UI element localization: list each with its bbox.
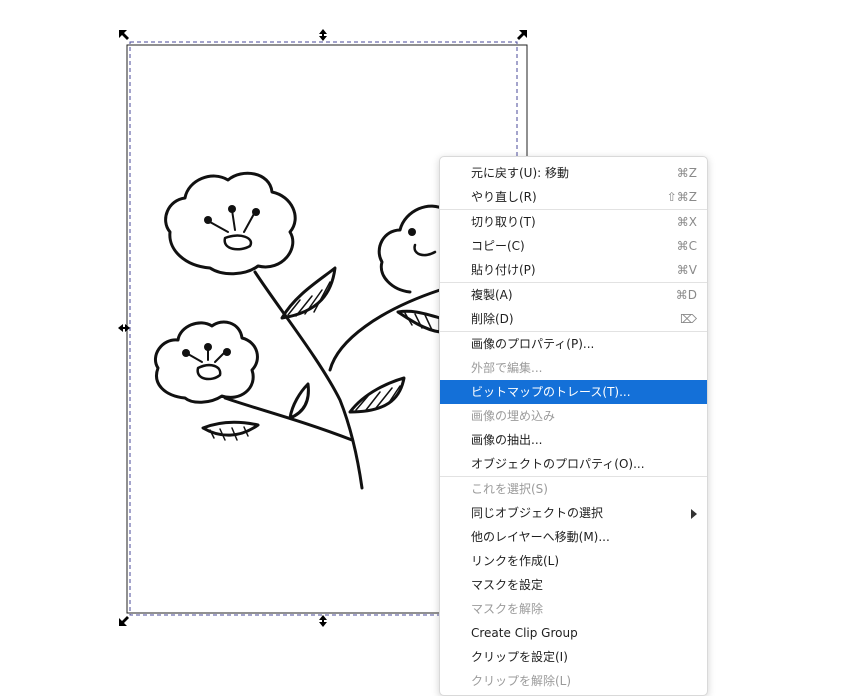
menu-item-image-properties[interactable]: 画像のプロパティ(P)...	[440, 332, 707, 356]
handle-bottom[interactable]	[319, 615, 327, 627]
shortcut-label: ⇧⌘Z	[666, 190, 697, 204]
drawing-canvas[interactable]	[0, 0, 849, 693]
menu-item-undo[interactable]: 元に戻す(U): 移動 ⌘Z	[440, 161, 707, 185]
menu-item-create-clip-group[interactable]: Create Clip Group	[440, 621, 707, 645]
context-menu: 元に戻す(U): 移動 ⌘Z やり直し(R) ⇧⌘Z 切り取り(T) ⌘X コピー(C…	[439, 156, 708, 696]
delete-key-icon: ⌦	[680, 312, 697, 326]
handle-top-left[interactable]	[119, 30, 129, 40]
menu-item-extract-image[interactable]: 画像の抽出...	[440, 428, 707, 452]
shortcut-label: ⌘V	[676, 263, 697, 277]
shortcut-label: ⌘X	[676, 215, 697, 229]
menu-item-release-clip[interactable]: クリップを解除(L)	[440, 669, 707, 693]
menu-item-trace-bitmap[interactable]: ビットマップのトレース(T)...	[440, 380, 707, 404]
menu-item-set-mask[interactable]: マスクを設定	[440, 573, 707, 597]
handle-bottom-left[interactable]	[119, 616, 129, 626]
menu-item-select-this[interactable]: これを選択(S)	[440, 477, 707, 501]
handle-top-right[interactable]	[517, 30, 527, 40]
shortcut-label: ⌘Z	[676, 166, 697, 180]
menu-item-delete[interactable]: 削除(D) ⌦	[440, 307, 707, 331]
shortcut-label: ⌘D	[675, 288, 697, 302]
menu-item-object-properties[interactable]: オブジェクトのプロパティ(O)...	[440, 452, 707, 476]
shortcut-label: ⌘C	[676, 239, 697, 253]
menu-item-paste[interactable]: 貼り付け(P) ⌘V	[440, 258, 707, 282]
menu-item-redo[interactable]: やり直し(R) ⇧⌘Z	[440, 185, 707, 209]
menu-item-edit-externally[interactable]: 外部で編集...	[440, 356, 707, 380]
menu-item-cut[interactable]: 切り取り(T) ⌘X	[440, 210, 707, 234]
handle-top[interactable]	[319, 29, 327, 41]
menu-item-select-same[interactable]: 同じオブジェクトの選択	[440, 501, 707, 525]
submenu-arrow-icon	[691, 509, 697, 519]
menu-item-copy[interactable]: コピー(C) ⌘C	[440, 234, 707, 258]
menu-item-move-to-layer[interactable]: 他のレイヤーへ移動(M)...	[440, 525, 707, 549]
menu-item-set-clip[interactable]: クリップを設定(I)	[440, 645, 707, 669]
menu-item-embed-image[interactable]: 画像の埋め込み	[440, 404, 707, 428]
menu-item-duplicate[interactable]: 複製(A) ⌘D	[440, 283, 707, 307]
menu-item-create-link[interactable]: リンクを作成(L)	[440, 549, 707, 573]
menu-item-release-mask[interactable]: マスクを解除	[440, 597, 707, 621]
